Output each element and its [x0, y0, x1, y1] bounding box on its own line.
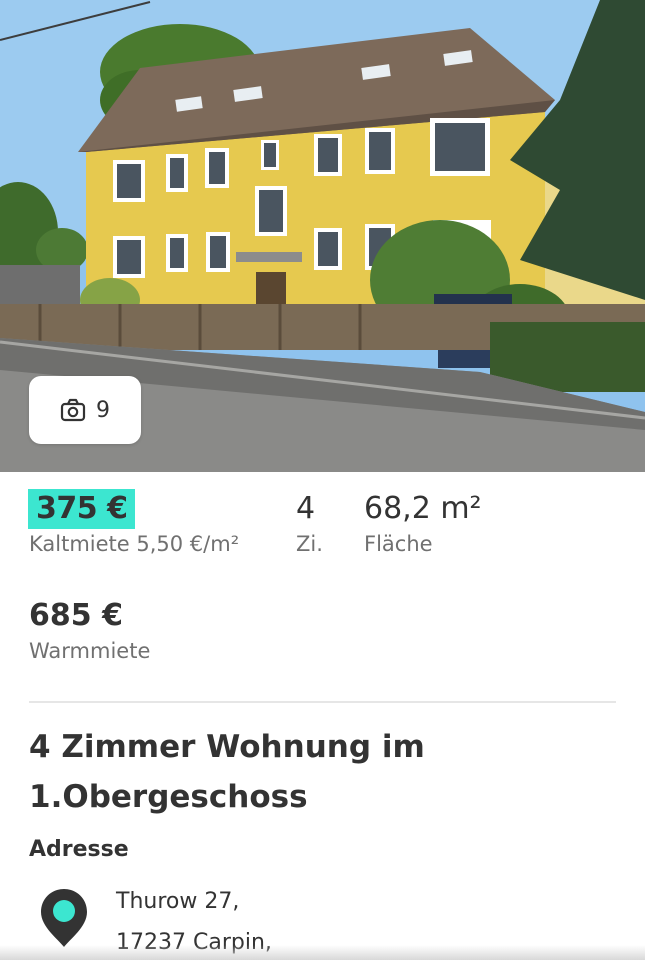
camera-icon	[60, 398, 86, 422]
cold-rent-label: Kaltmiete 5,50 €/m²	[29, 532, 240, 556]
photo-count-badge[interactable]: 9	[29, 376, 141, 444]
listing-photo[interactable]: 9	[0, 0, 645, 472]
section-divider	[29, 701, 616, 703]
area-value: 68,2 m²	[364, 491, 482, 526]
address-street[interactable]: Thurow 27,	[116, 889, 239, 914]
area-label: Fläche	[364, 532, 433, 556]
listing-details: 375 € Kaltmiete 5,50 €/m² 4 Zi. 68,2 m² …	[0, 472, 645, 960]
address-heading: Adresse	[29, 837, 129, 862]
listing-detail-page: 9 375 € Kaltmiete 5,50 €/m² 4 Zi. 68,2 m…	[0, 0, 645, 960]
photo-count: 9	[96, 397, 110, 423]
cold-rent-price: 375 €	[28, 489, 136, 529]
warm-rent-label: Warmmiete	[29, 639, 151, 663]
location-pin-icon	[41, 889, 87, 947]
rooms-label: Zi.	[296, 532, 323, 556]
listing-title: 4 Zimmer Wohnung im 1.Obergeschoss	[29, 729, 425, 815]
warm-rent-price: 685 €	[29, 598, 123, 633]
rooms-value: 4	[296, 491, 316, 526]
bottom-shadow	[0, 945, 645, 960]
